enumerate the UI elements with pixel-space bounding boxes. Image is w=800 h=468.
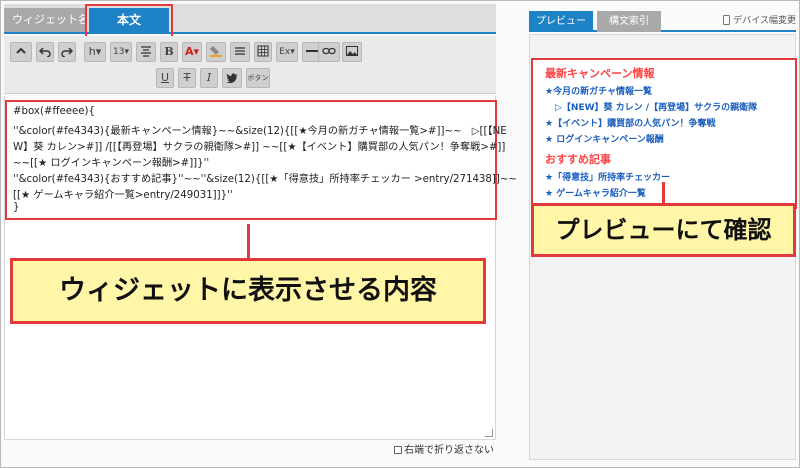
preview-heading: 最新キャンペーン情報 (545, 67, 655, 80)
preview-link[interactable]: ★ ログインキャンペーン報酬 (545, 132, 664, 145)
text-color-button[interactable]: A▾ (182, 42, 202, 62)
caret-up-icon[interactable] (10, 42, 32, 62)
bold-label: B (164, 45, 174, 58)
preview-link[interactable]: ★今月の新ガチャ情報一覧 (545, 84, 652, 97)
strikethrough-button[interactable]: T (178, 68, 196, 88)
tab-body-highlight (85, 4, 173, 40)
wrap-option[interactable]: 右端で折り返さない (394, 441, 494, 456)
callout-preview-check: プレビューにて確認 (531, 203, 796, 257)
button-insert-label: ボタン (247, 74, 269, 82)
tab-syntax-index[interactable]: 構文索引 (597, 11, 661, 32)
link-icon[interactable] (318, 42, 340, 62)
preview-tab-bar: プレビュー 構文索引 デバイス幅変更 (529, 8, 796, 32)
text-color-label: A▾ (184, 45, 200, 58)
code-line: [[★ ゲームキャラ紹介一覧>entry/249031]]}'' (13, 190, 233, 201)
font-size-label: 13▾ (113, 47, 129, 57)
code-line: ''&color(#fe4343){おすすめ記事}''~~''&size(12)… (13, 174, 517, 185)
italic-label: I (206, 71, 212, 84)
code-line: #box(#ffeeee){ (13, 106, 96, 117)
bold-button[interactable]: B (160, 42, 178, 62)
preview-link[interactable]: ★「得意技」所持率チェッカー (545, 170, 670, 183)
device-toggle-label: デバイス幅変更 (733, 16, 796, 26)
code-line: W】葵 カレン>#]] /[[【再登場】サクラの親衛隊>#]] ~~[[★【イベ… (13, 142, 506, 153)
callout-connector-left (247, 224, 250, 258)
undo-icon[interactable] (36, 42, 54, 62)
device-icon (723, 15, 731, 25)
table-icon[interactable] (254, 42, 272, 62)
underline-label: U (160, 71, 170, 84)
preview-link[interactable]: ▷【NEW】葵 カレン /【再登場】サクラの親衛隊 (555, 100, 757, 113)
font-size-menu-button[interactable]: 13▾ (110, 42, 132, 62)
italic-button[interactable]: I (200, 68, 218, 88)
preview-link[interactable]: ★【イベント】購買部の人気パン！争奪戦 (545, 116, 716, 129)
underline-button[interactable]: U (156, 68, 174, 88)
heading-label: h▾ (88, 45, 102, 58)
align-menu-icon[interactable] (136, 42, 156, 62)
button-insert-button[interactable]: ボタン (246, 68, 270, 88)
extension-label: Ex▾ (279, 47, 295, 57)
code-line: } (13, 202, 20, 213)
highlight-icon[interactable] (206, 42, 226, 62)
wrap-option-label: 右端で折り返さない (404, 445, 494, 456)
tab-preview[interactable]: プレビュー (529, 11, 593, 32)
callout-connector-right (662, 182, 665, 204)
code-highlight-box: #box(#ffeeee){ ''&color(#fe4343){最新キャンペー… (5, 100, 517, 220)
code-line: ~~[[★ ログインキャンペーン報酬>#]]}'' (13, 158, 210, 169)
strikethrough-label: T (183, 71, 191, 84)
editor-toolbar: h▾ 13▾ B A▾ Ex▾ U T I ボタン (4, 36, 496, 94)
preview-link[interactable]: ★ ゲームキャラ紹介一覧 (545, 186, 646, 199)
extension-menu-button[interactable]: Ex▾ (276, 42, 298, 62)
editor-panel: ウィジェット名 本文 h▾ 13▾ B A▾ Ex▾ U T I ボタン #bo… (4, 4, 517, 464)
preview-heading: おすすめ記事 (545, 153, 611, 166)
image-icon[interactable] (342, 42, 362, 62)
editor-tab-bar: ウィジェット名 本文 (4, 4, 496, 34)
tab-widget-name[interactable]: ウィジェット名 (4, 8, 86, 32)
heading-menu-button[interactable]: h▾ (84, 42, 106, 62)
resize-grip-icon[interactable] (485, 429, 493, 437)
code-line: ''&color(#fe4343){最新キャンペーン情報}~~&size(12)… (13, 126, 507, 137)
redo-icon[interactable] (58, 42, 76, 62)
device-width-toggle[interactable]: デバイス幅変更 (723, 13, 796, 26)
twitter-icon[interactable] (222, 68, 242, 88)
list-menu-icon[interactable] (230, 42, 250, 62)
callout-widget-content: ウィジェットに表示させる内容 (10, 258, 486, 324)
wrap-checkbox[interactable] (394, 446, 402, 454)
